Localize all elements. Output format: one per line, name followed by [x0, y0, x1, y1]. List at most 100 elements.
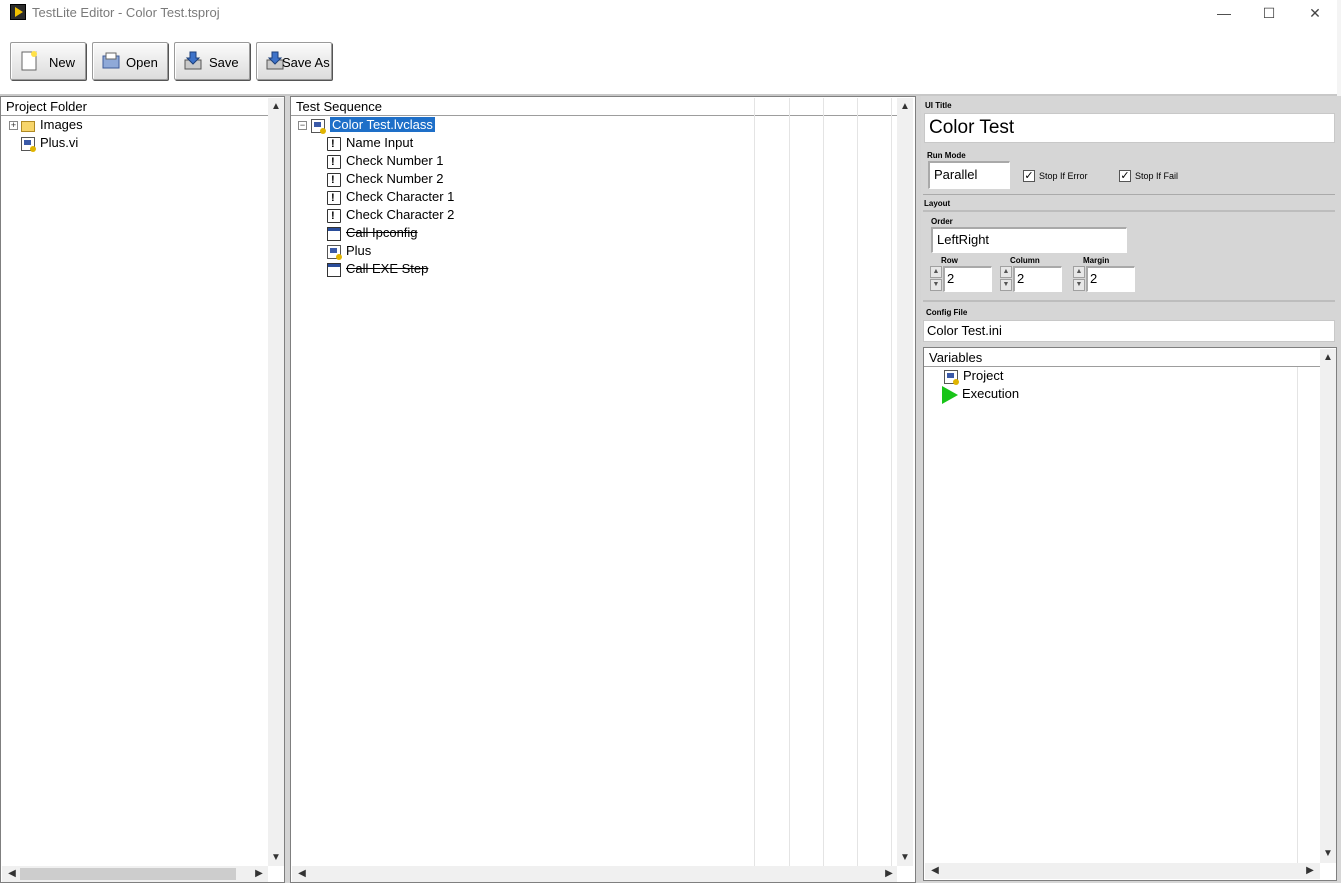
scroll-down-arrow[interactable]: ▼ — [1320, 847, 1336, 861]
sequence-step[interactable]: Check Number 1 — [327, 152, 444, 171]
project-folder-hscrollbar[interactable]: ◀ ▶ — [2, 866, 268, 882]
variables-vscrollbar[interactable]: ▲ ▼ — [1320, 349, 1336, 863]
tree-item-label: Plus.vi — [40, 135, 79, 150]
decrement-arrow-icon[interactable]: ▼ — [1073, 279, 1085, 291]
row-label: Row — [941, 256, 958, 265]
column-divider — [754, 98, 755, 868]
sequence-step[interactable]: Check Character 2 — [327, 206, 455, 225]
maximize-button[interactable]: ☐ — [1257, 4, 1281, 22]
open-button[interactable]: Open — [92, 42, 168, 80]
window-edge — [1337, 0, 1341, 96]
new-button[interactable]: New — [10, 42, 86, 80]
sequence-step[interactable]: Name Input — [327, 134, 414, 153]
ui-title-section: UI Title Color Test — [923, 98, 1335, 146]
lvclass-icon — [311, 118, 326, 134]
increment-arrow-icon[interactable]: ▲ — [1073, 266, 1085, 278]
minimize-button[interactable]: — — [1212, 4, 1236, 22]
test-sequence-hscrollbar[interactable]: ◀ ▶ — [292, 866, 897, 882]
run-mode-select[interactable]: Parallel — [928, 161, 1010, 189]
sequence-step[interactable]: Check Character 1 — [327, 188, 454, 207]
step-icon — [327, 171, 341, 189]
new-file-icon — [19, 50, 39, 72]
column-label: Column — [1010, 256, 1040, 265]
scroll-left-arrow[interactable]: ◀ — [294, 867, 310, 881]
tree-item-label: Images — [40, 117, 83, 132]
column-divider — [823, 98, 824, 868]
margin-input[interactable]: 2 — [1086, 266, 1135, 292]
project-folder-panel: Project Folder + Images Plus.vi ▲ ▼ ◀ ▶ — [0, 96, 285, 883]
column-divider — [1297, 367, 1298, 863]
properties-panel: UI Title Color Test Run Mode Parallel ✓ … — [921, 96, 1341, 883]
scroll-up-arrow[interactable]: ▲ — [897, 100, 913, 114]
variables-panel: Variables Project Execution ▲ ▼ ◀ ▶ — [923, 347, 1337, 881]
sequence-step[interactable]: Check Number 2 — [327, 170, 444, 189]
scroll-left-arrow[interactable]: ◀ — [927, 864, 943, 878]
scroll-right-arrow[interactable]: ▶ — [1302, 864, 1318, 878]
tree-item-color-test-lvclass[interactable]: Color Test.lvclass — [311, 116, 435, 134]
window-title: TestLite Editor - Color Test.tsproj — [32, 5, 220, 20]
scroll-down-arrow[interactable]: ▼ — [897, 851, 913, 865]
variable-item-execution[interactable]: Execution — [942, 385, 1019, 404]
run-mode-label: Run Mode — [927, 151, 966, 160]
step-label: Plus — [346, 243, 372, 258]
row-spinner[interactable]: ▲ ▼ — [930, 266, 942, 292]
new-button-label: New — [49, 55, 76, 70]
step-label: Name Input — [346, 135, 414, 150]
tree-item-images[interactable]: Images — [21, 116, 83, 134]
step-icon — [327, 207, 341, 225]
stop-if-fail-checkbox[interactable]: ✓ — [1119, 170, 1131, 182]
lvclass-icon — [944, 369, 959, 385]
stop-if-error-checkbox[interactable]: ✓ — [1023, 170, 1035, 182]
layout-bottom-separator — [923, 300, 1335, 302]
scroll-left-arrow[interactable]: ◀ — [4, 867, 20, 881]
stop-if-error-label: Stop If Error — [1039, 171, 1088, 181]
expand-images-toggle[interactable]: + — [9, 121, 18, 130]
collapse-root-toggle[interactable]: − — [298, 121, 307, 130]
hscroll-thumb[interactable] — [20, 868, 236, 880]
increment-arrow-icon[interactable]: ▲ — [930, 266, 942, 278]
row-input[interactable]: 2 — [943, 266, 992, 292]
sequence-step-disabled[interactable]: Call Ipconfig — [327, 224, 418, 242]
save-button-label: Save — [209, 55, 239, 70]
ui-title-input[interactable]: Color Test — [924, 113, 1335, 143]
save-button[interactable]: Save — [174, 42, 250, 80]
layout-label: Layout — [924, 199, 951, 208]
vi-icon — [21, 136, 36, 152]
scroll-up-arrow[interactable]: ▲ — [1320, 351, 1336, 365]
scroll-down-arrow[interactable]: ▼ — [268, 851, 284, 865]
variable-item-project[interactable]: Project — [944, 367, 1003, 385]
stop-if-fail-label: Stop If Fail — [1135, 171, 1179, 181]
column-divider — [857, 98, 858, 868]
column-spinner[interactable]: ▲ ▼ — [1000, 266, 1012, 292]
scroll-right-arrow[interactable]: ▶ — [251, 867, 267, 881]
sequence-step[interactable]: Plus — [327, 242, 371, 260]
step-label: Check Number 2 — [346, 171, 444, 186]
column-divider — [891, 98, 892, 868]
step-icon — [327, 189, 341, 207]
play-icon — [942, 385, 958, 404]
decrement-arrow-icon[interactable]: ▼ — [930, 279, 942, 291]
step-label: Check Character 2 — [346, 207, 455, 222]
order-select[interactable]: LeftRight — [931, 227, 1127, 253]
scroll-right-arrow[interactable]: ▶ — [881, 867, 897, 881]
project-folder-vscrollbar[interactable]: ▲ ▼ — [268, 98, 284, 866]
margin-spinner[interactable]: ▲ ▼ — [1073, 266, 1085, 292]
column-divider — [789, 98, 790, 868]
tree-item-plus-vi[interactable]: Plus.vi — [21, 134, 78, 152]
save-as-button[interactable]: Save As — [256, 42, 332, 80]
increment-arrow-icon[interactable]: ▲ — [1000, 266, 1012, 278]
save-as-button-label: Save As — [282, 55, 330, 70]
test-sequence-vscrollbar[interactable]: ▲ ▼ — [897, 98, 913, 866]
scroll-up-arrow[interactable]: ▲ — [268, 100, 284, 114]
tree-item-label: Color Test.lvclass — [330, 117, 435, 132]
sequence-step-disabled[interactable]: Call EXE Step — [327, 260, 428, 278]
close-button[interactable]: ✕ — [1303, 4, 1327, 22]
run-mode-section: Run Mode Parallel ✓ Stop If Error ✓ Stop… — [923, 148, 1335, 195]
column-input[interactable]: 2 — [1013, 266, 1062, 292]
step-label: Call EXE Step — [346, 261, 429, 276]
variables-hscrollbar[interactable]: ◀ ▶ — [925, 863, 1320, 879]
variable-label: Project — [963, 368, 1004, 383]
decrement-arrow-icon[interactable]: ▼ — [1000, 279, 1012, 291]
config-file-input[interactable]: Color Test.ini — [923, 320, 1335, 342]
title-bar: TestLite Editor - Color Test.tsproj — ☐ … — [0, 0, 1341, 30]
